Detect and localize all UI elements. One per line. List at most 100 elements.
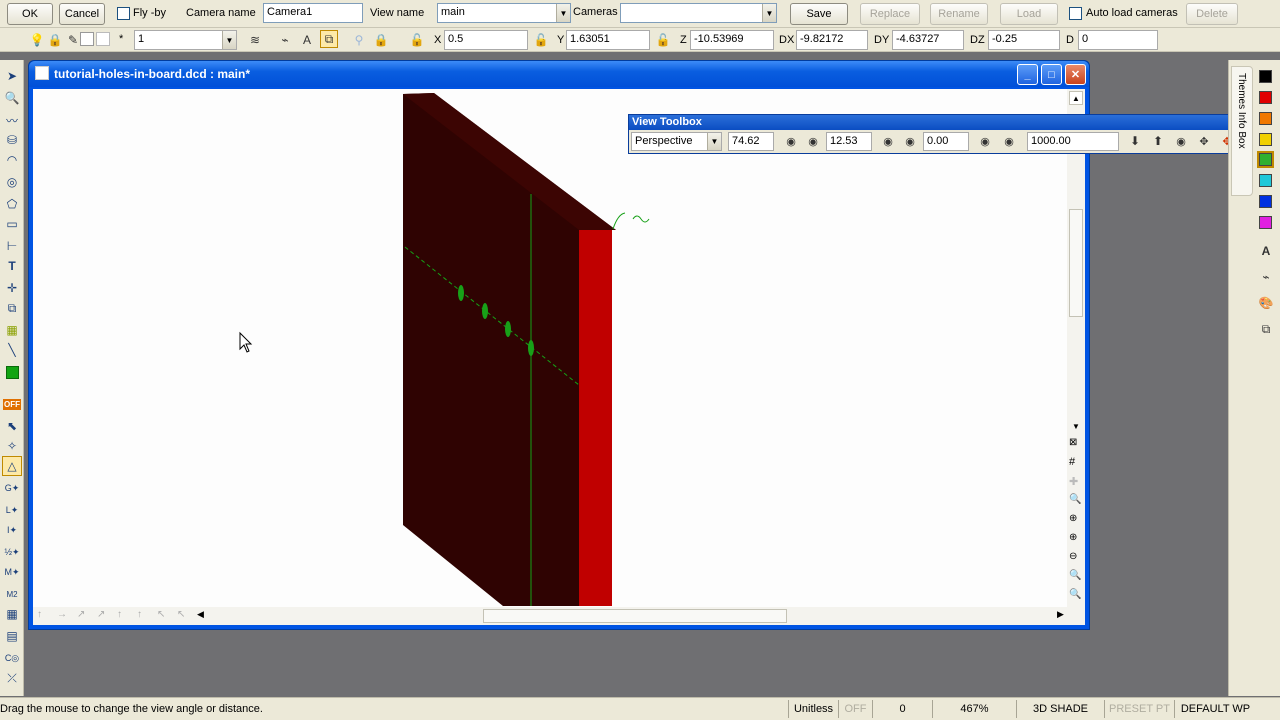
x-input[interactable]: 0.5 bbox=[444, 30, 528, 50]
distance-input[interactable]: 1000.00 bbox=[1027, 132, 1119, 151]
rename-button[interactable]: Rename bbox=[930, 3, 988, 25]
tangent-icon[interactable]: ⤫ bbox=[2, 668, 22, 688]
chevron-down-icon[interactable]: ▼ bbox=[707, 133, 721, 150]
eye-target-icon[interactable]: ◉ bbox=[1172, 132, 1190, 150]
layers-icon[interactable]: ⧉ bbox=[1257, 320, 1275, 338]
color-swatch-cyan[interactable] bbox=[1259, 174, 1272, 187]
horizontal-scrollbar[interactable]: ↑ → ↗ ↗ ↑ ↑ ↖ ↖ ◀ ▶ bbox=[33, 607, 1085, 625]
y-input[interactable]: 1.63051 bbox=[566, 30, 650, 50]
cameras-select[interactable]: ▼ bbox=[620, 3, 777, 23]
layers-icon[interactable]: ≋ bbox=[246, 31, 264, 49]
view-nav-icon[interactable]: → bbox=[57, 609, 75, 623]
view-nav-icon[interactable]: ↗ bbox=[77, 609, 95, 623]
snap-g-icon[interactable]: G✦ bbox=[2, 478, 22, 498]
polygon-icon[interactable]: ⬠ bbox=[2, 194, 22, 214]
d-input[interactable]: 0 bbox=[1078, 30, 1158, 50]
line-style-icon[interactable]: ⌁ bbox=[1257, 268, 1275, 286]
eye-rotate-right-icon[interactable]: ◉ bbox=[804, 132, 822, 150]
delete-button[interactable]: Delete bbox=[1186, 3, 1238, 25]
color-swatch-magenta[interactable] bbox=[1259, 216, 1272, 229]
snap-icon[interactable]: ⌁ bbox=[276, 31, 294, 49]
scroll-thumb[interactable] bbox=[483, 609, 787, 623]
zoom-indicator[interactable]: 467% bbox=[932, 700, 1016, 718]
lock-icon[interactable]: 🔒 bbox=[46, 31, 64, 49]
cancel-button[interactable]: Cancel bbox=[59, 3, 105, 25]
font-icon[interactable]: A bbox=[1257, 242, 1275, 260]
3d-viewport[interactable] bbox=[33, 89, 1067, 607]
color-swatch-green[interactable] bbox=[1257, 151, 1274, 168]
grid-snap-icon[interactable]: ▦ bbox=[2, 604, 22, 624]
color-swatch-yellow[interactable] bbox=[1259, 133, 1272, 146]
view-nav-icon[interactable]: ↗ bbox=[97, 609, 115, 623]
save-button[interactable]: Save bbox=[790, 3, 848, 25]
scroll-up-icon[interactable]: ▲ bbox=[1069, 91, 1083, 105]
view-nav-icon[interactable]: ↑ bbox=[137, 609, 155, 623]
view-name-select[interactable]: main ▼ bbox=[437, 3, 571, 23]
ok-button[interactable]: OK bbox=[7, 3, 53, 25]
rectangle-icon[interactable]: ▭ bbox=[2, 214, 22, 234]
snap-l-icon[interactable]: L✦ bbox=[2, 500, 22, 520]
center-snap-icon[interactable]: C◎ bbox=[2, 648, 22, 668]
themes-infobox-tab[interactable]: Themes Info Box bbox=[1236, 73, 1247, 149]
text-snap-icon[interactable]: A bbox=[298, 31, 316, 49]
auto-load-checkbox[interactable] bbox=[1069, 7, 1082, 20]
dx-input[interactable]: -9.82172 bbox=[796, 30, 868, 50]
color-swatch-red[interactable] bbox=[1259, 91, 1272, 104]
color-swatch-orange[interactable] bbox=[1259, 112, 1272, 125]
line-icon[interactable]: ╲ bbox=[2, 340, 22, 360]
minimize-icon[interactable]: _ bbox=[1017, 64, 1038, 85]
arc-icon[interactable]: ◠ bbox=[2, 150, 22, 170]
preset-indicator[interactable]: PRESET PT bbox=[1104, 700, 1174, 718]
view-nav-icon[interactable]: ↑ bbox=[37, 609, 55, 623]
eye-rotate-left-icon[interactable]: ◉ bbox=[782, 132, 800, 150]
dy-input[interactable]: -4.63727 bbox=[892, 30, 964, 50]
zoom-window-icon[interactable]: 🔍 bbox=[2, 88, 22, 108]
transform-icon[interactable]: ⧉ bbox=[2, 298, 22, 318]
projection-select[interactable]: Perspective ▼ bbox=[631, 132, 722, 151]
move-down-icon[interactable]: ⬇ bbox=[1126, 132, 1144, 150]
color-box-icon[interactable] bbox=[80, 32, 94, 46]
workplane-indicator[interactable]: DEFAULT WP bbox=[1174, 700, 1256, 718]
lightbulb-icon[interactable]: 💡 bbox=[28, 31, 46, 49]
grid-icon[interactable]: ▤ bbox=[2, 626, 22, 646]
scroll-thumb[interactable] bbox=[1069, 209, 1083, 317]
zoom-extents-icon[interactable]: ⊕ bbox=[1069, 513, 1083, 527]
snap-off-indicator[interactable]: OFF bbox=[838, 700, 872, 718]
dimension-icon[interactable]: ⊢ bbox=[2, 236, 22, 256]
units-indicator[interactable]: Unitless bbox=[788, 700, 838, 718]
side-tabs[interactable]: Themes Info Box bbox=[1231, 66, 1253, 196]
layer-select[interactable]: 1 ▼ bbox=[134, 30, 237, 50]
z-input[interactable]: -10.53969 bbox=[690, 30, 774, 50]
color-swatch-black[interactable] bbox=[1259, 70, 1272, 83]
polyline-icon[interactable]: 〰 bbox=[2, 110, 22, 130]
select-vertex-icon[interactable]: ⬉ bbox=[2, 416, 22, 436]
snap-i-icon[interactable]: I✦ bbox=[2, 520, 22, 540]
lock-icon[interactable]: 🔒 bbox=[372, 31, 390, 49]
scroll-right-icon[interactable]: ▶ bbox=[1057, 609, 1071, 623]
eye-roll-left-icon[interactable]: ◉ bbox=[976, 132, 994, 150]
pan-icon[interactable]: ✚ bbox=[1069, 475, 1083, 489]
grid-toggle-icon[interactable]: # bbox=[1069, 456, 1083, 470]
snap-m2-icon[interactable]: M2 bbox=[2, 584, 22, 604]
copy-mode-icon[interactable]: ⧉ bbox=[320, 30, 338, 48]
chevron-down-icon[interactable]: ▼ bbox=[762, 4, 776, 22]
shade-mode-indicator[interactable]: 3D SHADE bbox=[1016, 700, 1104, 718]
zoom-previous-icon[interactable]: 🔍 bbox=[1069, 570, 1083, 584]
zoom-out-icon[interactable]: ⊖ bbox=[1069, 551, 1083, 565]
point-icon[interactable]: ✛ bbox=[2, 278, 22, 298]
magic-wand-icon[interactable]: ✧ bbox=[2, 436, 22, 456]
flyby-checkbox[interactable] bbox=[117, 7, 130, 20]
view-nav-icon[interactable]: ↖ bbox=[177, 609, 195, 623]
zoom-disabled-icon[interactable]: 🔍 bbox=[1069, 589, 1083, 603]
move-up-icon[interactable]: ⬆ bbox=[1149, 132, 1167, 150]
load-button[interactable]: Load bbox=[1000, 3, 1058, 25]
color-swatch-blue[interactable] bbox=[1259, 195, 1272, 208]
zoom-all-icon[interactable]: ⊠ bbox=[1069, 437, 1083, 451]
pin-icon[interactable]: ⚲ bbox=[350, 31, 368, 49]
snap-off-icon[interactable]: OFF bbox=[2, 394, 22, 414]
triangle-icon[interactable]: △ bbox=[2, 456, 22, 476]
chevron-down-icon[interactable]: ▼ bbox=[222, 31, 236, 49]
lock-z-icon[interactable]: 🔓 bbox=[654, 31, 672, 49]
tilt-input[interactable]: 12.53 bbox=[826, 132, 872, 151]
hatch-icon[interactable]: ▦ bbox=[2, 320, 22, 340]
